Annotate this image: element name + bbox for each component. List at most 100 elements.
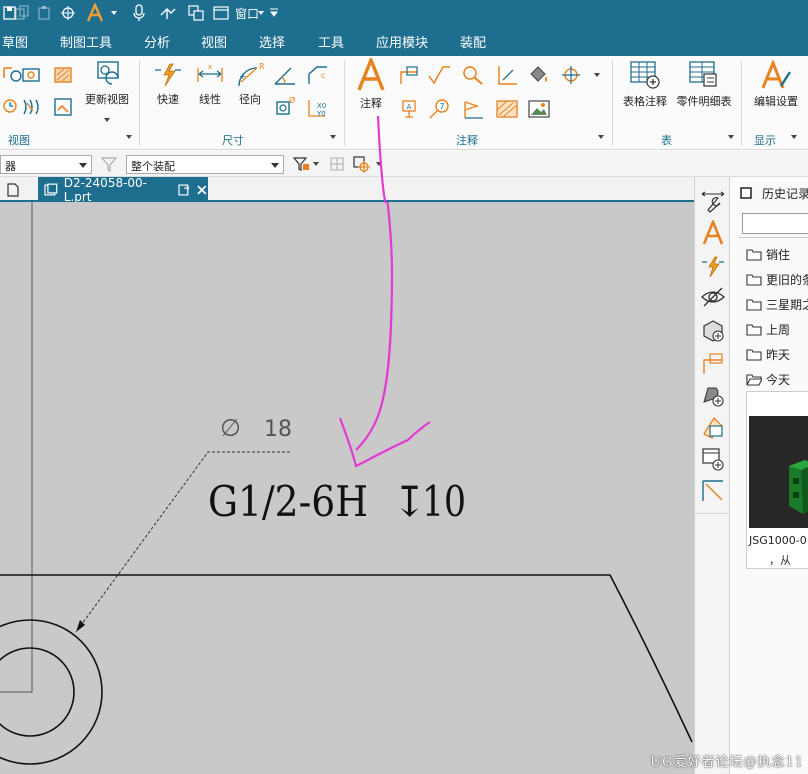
break-view-icon[interactable] [18, 94, 44, 120]
thickness-dimension-icon[interactable]: Ø [272, 94, 298, 120]
visibility-icon[interactable] [699, 283, 727, 311]
selection-scope-value: 整个装配 [131, 160, 175, 173]
display-group-menu-icon[interactable] [791, 135, 797, 139]
add-component-icon[interactable] [699, 381, 727, 409]
image-icon[interactable] [526, 96, 552, 122]
history-panel: 历史记录 销住 更旧的条 三星期之 上周 昨天 今天 [730, 177, 808, 774]
selection-bar: 器 整个装配 [0, 151, 808, 177]
menu-tools[interactable]: 工具 [318, 32, 344, 51]
history-search-input[interactable] [742, 213, 808, 234]
thread-callout: G1/2-6H [208, 477, 368, 526]
id-symbol-icon[interactable]: 7 [426, 96, 452, 122]
ink-arrow-stroke [355, 202, 394, 451]
datum-target-icon[interactable] [494, 62, 520, 88]
edit-settings-button[interactable]: 编辑设置 [748, 60, 804, 109]
tab-detach-icon[interactable] [178, 184, 191, 196]
menu-sketch[interactable]: 草图 [2, 32, 28, 51]
part-navigator-icon[interactable] [699, 317, 727, 345]
history-folder-item[interactable]: 三星期之 [738, 292, 808, 317]
annotation-navigator-icon[interactable] [699, 219, 727, 247]
datum-feature-symbol-icon[interactable]: A [396, 96, 422, 122]
annotation-more-dropdown-icon[interactable] [594, 73, 600, 77]
folder-label: 更旧的条 [766, 273, 808, 287]
surface-finish-icon[interactable] [426, 62, 452, 88]
weld-symbol-icon[interactable] [460, 96, 486, 122]
history-folder-item[interactable]: 销住 [738, 242, 808, 267]
radial-dimension-button[interactable]: R + 径向 [232, 62, 268, 107]
customize-quick-access-icon[interactable] [268, 3, 280, 23]
note-label: 注释 [360, 97, 382, 110]
svg-text:x: x [208, 63, 212, 71]
fill-color-icon[interactable] [526, 62, 552, 88]
touch-mode-icon[interactable] [158, 3, 178, 23]
filter-dropdown-icon[interactable] [313, 162, 319, 166]
history-thumbnail-card[interactable]: JSG1000-0 ，从 [746, 391, 808, 569]
history-folder-item[interactable]: 今天 [738, 367, 808, 392]
tabular-note-button[interactable]: 表格注释 [618, 60, 672, 109]
angular-dimension-icon[interactable] [272, 62, 298, 88]
general-selection-filter-icon[interactable] [288, 151, 314, 177]
folder-icon [746, 324, 762, 336]
chamfer-dimension-icon[interactable]: c [304, 62, 330, 88]
text-style-icon[interactable] [84, 3, 106, 23]
menu-selection[interactable]: 选择 [259, 32, 285, 51]
ordinate-dimension-icon[interactable]: X0 Y0 [304, 94, 330, 120]
history-folder-item[interactable]: 上周 [738, 317, 808, 342]
new-tab-icon[interactable] [0, 177, 26, 203]
selection-scope-combo[interactable]: 整个装配 [126, 155, 284, 174]
update-view-button[interactable]: 更新视图 [84, 60, 130, 107]
new-sheet-icon[interactable] [699, 445, 727, 473]
snap-dropdown-icon[interactable] [376, 162, 382, 166]
hatch-icon[interactable] [494, 96, 520, 122]
table-group-menu-icon[interactable] [728, 135, 734, 139]
microphone-icon[interactable] [130, 3, 148, 23]
paste-icon[interactable] [34, 3, 54, 23]
linear-dimension-button[interactable]: x 线性 [192, 62, 228, 107]
tab-close-icon[interactable] [196, 184, 208, 196]
magnify-icon[interactable] [460, 62, 486, 88]
feature-frame-icon[interactable] [699, 349, 727, 377]
history-folder-item[interactable]: 更旧的条 [738, 267, 808, 292]
menu-assembly[interactable]: 装配 [460, 32, 486, 51]
text-style-dropdown-icon[interactable] [108, 3, 120, 23]
funnel-filter-icon[interactable] [96, 151, 122, 177]
projected-view-icon[interactable] [18, 62, 44, 88]
switch-window-icon[interactable] [186, 3, 206, 23]
snap-point-icon[interactable] [348, 151, 374, 177]
view-layout-icon[interactable] [699, 413, 727, 441]
menu-bar: 草图 制图工具 分析 视图 选择 工具 应用模块 装配 [0, 26, 808, 56]
snap-settings-icon[interactable] [324, 151, 350, 177]
history-folder-item[interactable]: 昨天 [738, 342, 808, 367]
view-creation-wizard-icon[interactable] [50, 94, 76, 120]
dimension-group-menu-icon[interactable] [330, 135, 336, 139]
folder-icon [746, 349, 762, 361]
folder-label: 销住 [766, 248, 791, 262]
sketch-line-icon[interactable] [699, 477, 727, 505]
note-button[interactable]: 注释 [352, 58, 390, 111]
document-tab[interactable]: D2-24058-00-L.prt [38, 176, 208, 204]
drawing-tools-icon[interactable] [699, 187, 727, 215]
window-menu-dropdown-icon[interactable] [256, 3, 266, 23]
menu-drafting-tools[interactable]: 制图工具 [60, 32, 112, 51]
panel-window-icon[interactable] [740, 187, 752, 199]
annotation-group-menu-icon[interactable] [598, 135, 604, 139]
orient-view-icon[interactable] [58, 3, 78, 23]
drawing-file-icon [44, 183, 58, 195]
rapid-dimension-label: 快速 [157, 93, 179, 106]
section-view-icon[interactable] [50, 62, 76, 88]
feature-control-frame-icon[interactable] [396, 62, 422, 88]
parts-list-button[interactable]: 零件明细表 [674, 60, 734, 109]
rapid-dimension-icon[interactable] [699, 253, 727, 281]
rapid-dimension-button[interactable]: 快速 [150, 62, 186, 107]
parts-list-label: 零件明细表 [676, 95, 732, 108]
drawing-canvas[interactable]: ∅ 18 G1/2-6H ↧ 10 [0, 202, 694, 774]
target-point-icon[interactable] [558, 62, 584, 88]
menu-analysis[interactable]: 分析 [144, 32, 170, 51]
view-group-menu-icon[interactable] [126, 135, 132, 139]
type-filter-combo[interactable]: 器 [0, 155, 92, 174]
menu-view[interactable]: 视图 [201, 32, 227, 51]
window-icon[interactable] [211, 3, 231, 23]
copy-icon[interactable] [12, 3, 32, 23]
update-view-dropdown-icon[interactable] [104, 118, 110, 122]
menu-application[interactable]: 应用模块 [376, 32, 428, 51]
